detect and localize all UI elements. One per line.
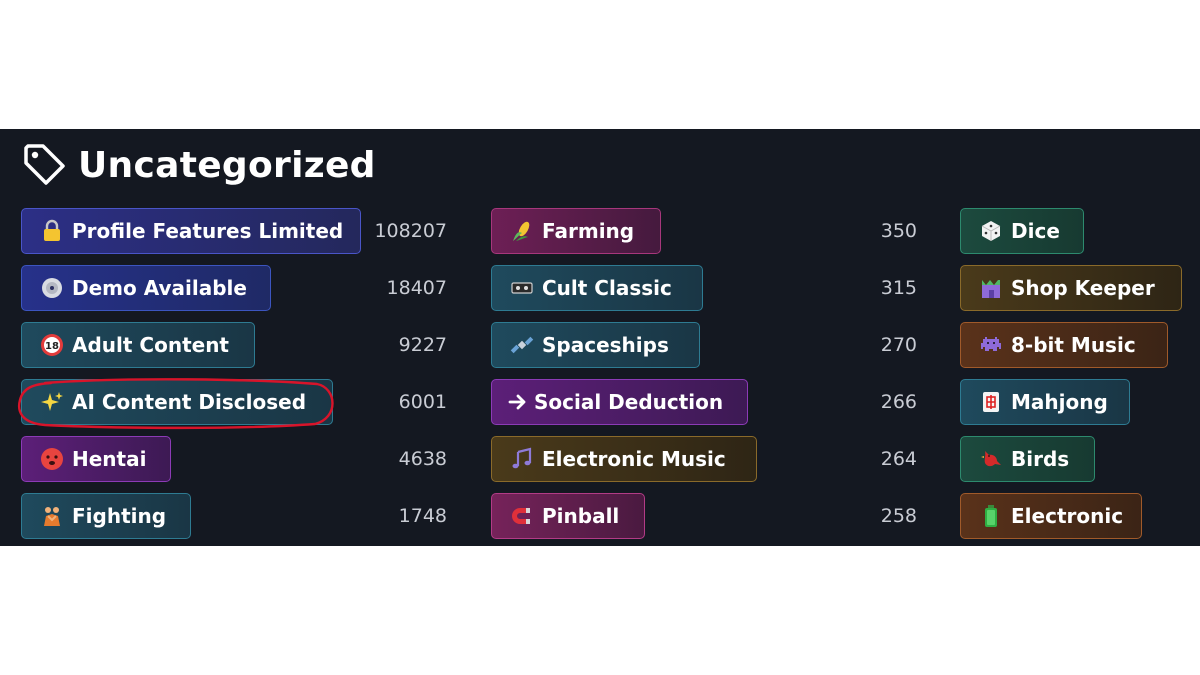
tag-chip-fighting[interactable]: Fighting [21, 493, 191, 539]
tag-label: AI Content Disclosed [72, 390, 307, 414]
list-item: Spaceships 270 [470, 322, 930, 370]
tag-label: Spaceships [542, 333, 669, 357]
tag-count: 18407 [386, 277, 447, 299]
videotape-icon [510, 276, 534, 300]
tag-count: 108207 [374, 220, 447, 242]
list-item: Electronic [939, 493, 1199, 541]
tag-chip-birds[interactable]: Birds [960, 436, 1095, 482]
tag-count: 315 [880, 277, 917, 299]
tag-label: Adult Content [72, 333, 229, 357]
list-item: 18 Adult Content 9227 [0, 322, 460, 370]
tag-label: Profile Features Limited [72, 219, 344, 243]
bird-icon [979, 447, 1003, 471]
tag-label: Birds [1011, 447, 1070, 471]
lock-icon [40, 219, 64, 243]
list-item: 8-bit Music [939, 322, 1199, 370]
wrestlers-icon [40, 504, 64, 528]
battery-icon [979, 504, 1003, 528]
tag-label: Shop Keeper [1011, 276, 1155, 300]
tag-label: Electronic Music [542, 447, 726, 471]
tag-label: Cult Classic [542, 276, 672, 300]
uncategorized-panel: Uncategorized Profile Features Limited 1… [0, 129, 1200, 546]
tag-label: Mahjong [1011, 390, 1108, 414]
list-item: Cult Classic 315 [470, 265, 930, 313]
list-item: Dice [939, 208, 1199, 256]
tag-chip-profile-features-limited[interactable]: Profile Features Limited [21, 208, 361, 254]
svg-text:18: 18 [45, 341, 59, 352]
tag-chip-ai-content-disclosed[interactable]: AI Content Disclosed [21, 379, 333, 425]
tag-count: 350 [880, 220, 917, 242]
list-item: Pinball 258 [470, 493, 930, 541]
tag-chip-pinball[interactable]: Pinball [491, 493, 645, 539]
mahjong-tile-icon [979, 390, 1003, 414]
tag-chip-social-deduction[interactable]: Social Deduction [491, 379, 748, 425]
tag-count: 266 [880, 391, 917, 413]
corn-icon [510, 219, 534, 243]
space-invader-icon [979, 333, 1003, 357]
tag-label: Pinball [542, 504, 620, 528]
eighteen-icon: 18 [40, 333, 64, 357]
list-item: Profile Features Limited 108207 [0, 208, 460, 256]
tag-icon [24, 144, 65, 185]
tag-count: 4638 [398, 448, 447, 470]
tag-chip-demo-available[interactable]: Demo Available [21, 265, 271, 311]
tag-chip-adult-content[interactable]: 18 Adult Content [21, 322, 255, 368]
list-item: Birds [939, 436, 1199, 484]
tag-count: 270 [880, 334, 917, 356]
tag-label: Hentai [72, 447, 147, 471]
tag-chip-shop-keeper[interactable]: Shop Keeper [960, 265, 1182, 311]
magnet-icon [510, 504, 534, 528]
tag-label: 8-bit Music [1011, 333, 1136, 357]
satellite-icon [510, 333, 534, 357]
store-icon [979, 276, 1003, 300]
page-title: Uncategorized [78, 144, 376, 186]
tag-chip-hentai[interactable]: Hentai [21, 436, 171, 482]
list-item: Shop Keeper [939, 265, 1199, 313]
tag-chip-electronic-music[interactable]: Electronic Music [491, 436, 757, 482]
tag-count: 6001 [398, 391, 447, 413]
list-item: Fighting 1748 [0, 493, 460, 541]
die-icon [979, 219, 1003, 243]
tag-count: 264 [880, 448, 917, 470]
tag-chip-mahjong[interactable]: Mahjong [960, 379, 1130, 425]
list-item: Electronic Music 264 [470, 436, 930, 484]
tag-chip-farming[interactable]: Farming [491, 208, 661, 254]
tag-count: 258 [880, 505, 917, 527]
tag-label: Demo Available [72, 276, 247, 300]
tag-count: 1748 [398, 505, 447, 527]
tag-chip-8-bit-music[interactable]: 8-bit Music [960, 322, 1168, 368]
tag-label: Electronic [1011, 504, 1124, 528]
list-item: Demo Available 18407 [0, 265, 460, 313]
tag-chip-spaceships[interactable]: Spaceships [491, 322, 700, 368]
tag-label: Farming [542, 219, 635, 243]
music-notes-icon [510, 447, 534, 471]
list-item: Farming 350 [470, 208, 930, 256]
tag-chip-electronic[interactable]: Electronic [960, 493, 1142, 539]
tag-label: Social Deduction [534, 390, 724, 414]
flushed-face-icon [40, 447, 64, 471]
tag-chip-dice[interactable]: Dice [960, 208, 1084, 254]
sparkles-icon [40, 390, 64, 414]
arrow-right-icon [508, 390, 528, 414]
disc-icon [40, 276, 64, 300]
tag-count: 9227 [398, 334, 447, 356]
tag-label: Dice [1011, 219, 1060, 243]
list-item: AI Content Disclosed 6001 [0, 379, 460, 427]
tag-label: Fighting [72, 504, 167, 528]
list-item: Hentai 4638 [0, 436, 460, 484]
list-item: Social Deduction 266 [470, 379, 930, 427]
list-item: Mahjong [939, 379, 1199, 427]
tag-chip-cult-classic[interactable]: Cult Classic [491, 265, 703, 311]
section-heading: Uncategorized [22, 141, 376, 189]
